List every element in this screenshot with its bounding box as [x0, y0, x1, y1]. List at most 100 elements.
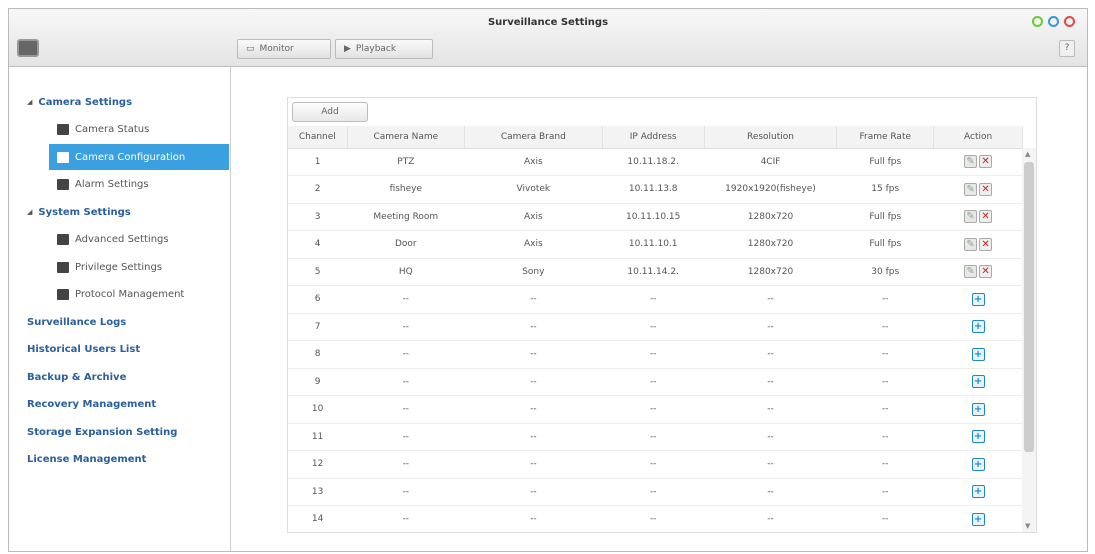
scrollbar[interactable]: ▲ ▼ — [1022, 148, 1036, 532]
action-cell: + — [933, 423, 1023, 451]
table-cell: -- — [602, 395, 705, 424]
sidebar-item-camera-configuration[interactable]: Camera Configuration — [49, 144, 229, 170]
table-cell: Door — [347, 230, 465, 259]
table-row[interactable]: 1 PTZ Axis 10.11.18.2. 4CIF Full fps ✎ ✕ — [288, 148, 1023, 176]
table-cell: 3 — [288, 203, 348, 231]
table-cell: 8 — [288, 340, 348, 369]
help-button[interactable]: ? — [1059, 40, 1075, 57]
table-cell: HQ — [347, 258, 465, 286]
add-icon[interactable]: + — [971, 347, 985, 361]
table-row[interactable]: 4 Door Axis 10.11.10.1 1280x720 Full fps ✎ ✕ — [288, 230, 1023, 259]
column-header[interactable]: Frame Rate — [836, 126, 935, 149]
table-cell: -- — [836, 450, 934, 479]
sidebar-item-historical-users-list[interactable]: Historical Users List — [9, 337, 229, 363]
table-row[interactable]: 9 -- -- -- -- -- + — [288, 368, 1023, 396]
column-header[interactable]: Channel — [288, 126, 348, 149]
column-header[interactable]: Camera Brand — [464, 126, 603, 149]
table-row[interactable]: 11 -- -- -- -- -- + — [288, 423, 1023, 451]
table-cell: -- — [836, 395, 934, 424]
playback-label: Playback — [355, 44, 397, 54]
edit-icon[interactable]: ✎ — [964, 210, 978, 224]
table-cell: -- — [464, 313, 603, 341]
table-cell: 10.11.18.2. — [602, 148, 705, 176]
table-cell: 15 fps — [836, 175, 934, 204]
delete-icon[interactable]: ✕ — [979, 155, 993, 169]
add-camera-button[interactable]: Add — [292, 102, 368, 122]
column-header[interactable]: IP Address — [602, 126, 705, 149]
add-icon[interactable]: + — [971, 457, 985, 471]
table-cell: -- — [602, 313, 705, 341]
delete-icon[interactable]: ✕ — [979, 182, 993, 196]
sidebar-item-system-settings[interactable]: ◢ System Settings — [9, 199, 229, 225]
sidebar-item-camera-status[interactable]: Camera Status — [9, 117, 229, 143]
table-cell: 14 — [288, 505, 348, 532]
table-row[interactable]: 6 -- -- -- -- -- + — [288, 285, 1023, 314]
table-cell: Axis — [464, 148, 603, 176]
column-header[interactable]: Camera Name — [347, 126, 465, 149]
camera-table-panel: Add Channel Camera Name Camera Brand IP Add… — [287, 97, 1037, 533]
table-cell: 30 fps — [836, 258, 934, 286]
monitor-button[interactable]: ▭ Monitor — [237, 39, 331, 59]
table-row[interactable]: 10 -- -- -- -- -- + — [288, 395, 1023, 424]
edit-icon[interactable]: ✎ — [964, 182, 978, 196]
delete-icon[interactable]: ✕ — [979, 210, 993, 224]
table-cell: -- — [704, 395, 837, 424]
sidebar-item-protocol-management[interactable]: Protocol Management — [9, 282, 229, 308]
close-button[interactable] — [1064, 16, 1075, 27]
delete-icon[interactable]: ✕ — [979, 265, 993, 279]
monitor-icon: ▭ — [246, 44, 255, 54]
sidebar-item-license-management[interactable]: License Management — [9, 447, 229, 473]
table-row[interactable]: 13 -- -- -- -- -- + — [288, 478, 1023, 506]
playback-button[interactable]: ▶ Playback — [335, 39, 433, 59]
table-cell: 4CIF — [704, 148, 837, 176]
table-cell: -- — [836, 340, 934, 369]
sidebar-item-privilege-settings[interactable]: Privilege Settings — [9, 254, 229, 280]
add-icon[interactable]: + — [971, 485, 985, 499]
table-row[interactable]: 5 HQ Sony 10.11.14.2. 1280x720 30 fps ✎ ✕ — [288, 258, 1023, 286]
sidebar-item-advanced-settings[interactable]: Advanced Settings — [9, 227, 229, 253]
table-row[interactable]: 12 -- -- -- -- -- + — [288, 450, 1023, 479]
add-icon[interactable]: + — [971, 320, 985, 334]
add-icon[interactable]: + — [971, 375, 985, 389]
add-icon[interactable]: + — [971, 402, 985, 416]
table-cell: -- — [464, 340, 603, 369]
table-cell: 10.11.10.1 — [602, 230, 705, 259]
sidebar-item-alarm-settings[interactable]: Alarm Settings — [9, 172, 229, 198]
table-row[interactable]: 3 Meeting Room Axis 10.11.10.15 1280x720 Full… — [288, 203, 1023, 231]
scrollbar-thumb[interactable] — [1024, 162, 1034, 452]
sidebar-item-surveillance-logs[interactable]: Surveillance Logs — [9, 309, 229, 335]
minimize-button[interactable] — [1032, 16, 1043, 27]
app-menu-icon[interactable] — [17, 39, 39, 57]
table-row[interactable]: 8 -- -- -- -- -- + — [288, 340, 1023, 369]
add-icon[interactable]: + — [971, 512, 985, 526]
table-cell: 1280x720 — [704, 230, 837, 259]
edit-icon[interactable]: ✎ — [964, 265, 978, 279]
maximize-button[interactable] — [1048, 16, 1059, 27]
table-row[interactable]: 2 fisheye Vivotek 10.11.13.8 1920x1920(fishe… — [288, 175, 1023, 204]
table-cell: -- — [347, 423, 465, 451]
sidebar-item-backup-archive[interactable]: Backup & Archive — [9, 364, 229, 390]
column-header[interactable]: Action — [933, 126, 1023, 149]
add-icon[interactable]: + — [971, 292, 985, 306]
table-row[interactable]: 7 -- -- -- -- -- + — [288, 313, 1023, 341]
sidebar-item-recovery-management[interactable]: Recovery Management — [9, 392, 229, 418]
sidebar-item-storage-expansion-setting[interactable]: Storage Expansion Setting — [9, 419, 229, 445]
action-cell: + — [933, 505, 1023, 532]
camera-icon — [57, 124, 69, 135]
table-cell: 12 — [288, 450, 348, 479]
add-icon[interactable]: + — [971, 430, 985, 444]
table-row[interactable]: 14 -- -- -- -- -- + — [288, 505, 1023, 532]
action-cell: ✎ ✕ — [933, 148, 1023, 176]
sidebar-item-label: Historical Users List — [27, 344, 141, 355]
table-cell: -- — [347, 313, 465, 341]
edit-icon[interactable]: ✎ — [964, 155, 978, 169]
scroll-up-icon[interactable]: ▲ — [1025, 150, 1030, 158]
camera-icon — [57, 151, 69, 163]
table-cell: -- — [464, 450, 603, 479]
delete-icon[interactable]: ✕ — [979, 237, 993, 251]
edit-icon[interactable]: ✎ — [964, 237, 978, 251]
table-cell: -- — [602, 478, 705, 506]
scroll-down-icon[interactable]: ▼ — [1025, 522, 1030, 530]
sidebar-item-camera-settings[interactable]: ◢ Camera Settings — [9, 89, 229, 115]
column-header[interactable]: Resolution — [704, 126, 838, 149]
